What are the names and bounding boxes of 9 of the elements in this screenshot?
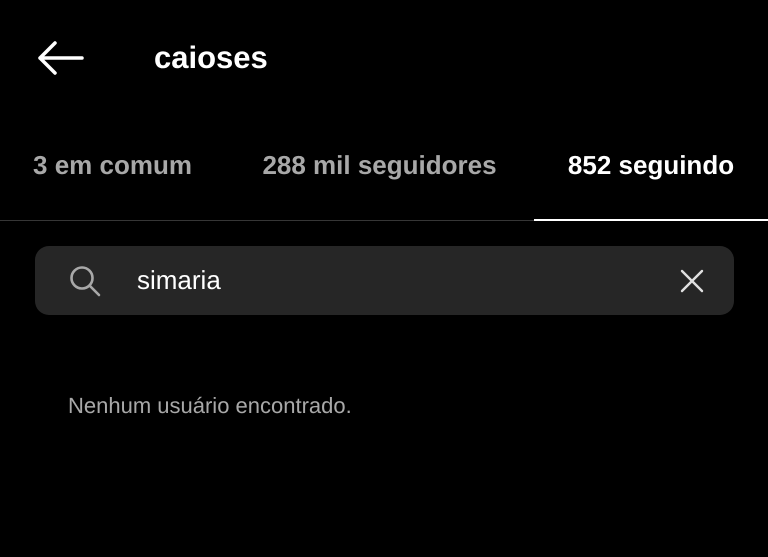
tab[interactable]: 288 mil seguidores [225,116,534,221]
clear-icon[interactable] [680,268,704,292]
tab[interactable]: 852 seguindo [534,116,768,221]
back-arrow-icon[interactable] [36,41,84,75]
search-icon [69,264,101,296]
tab[interactable]: 3 em comum [0,116,225,221]
search-field[interactable]: simaria [35,246,734,315]
empty-message: Nenhum usuário encontrado. [68,393,352,418]
profile-username: caioses [154,40,268,76]
